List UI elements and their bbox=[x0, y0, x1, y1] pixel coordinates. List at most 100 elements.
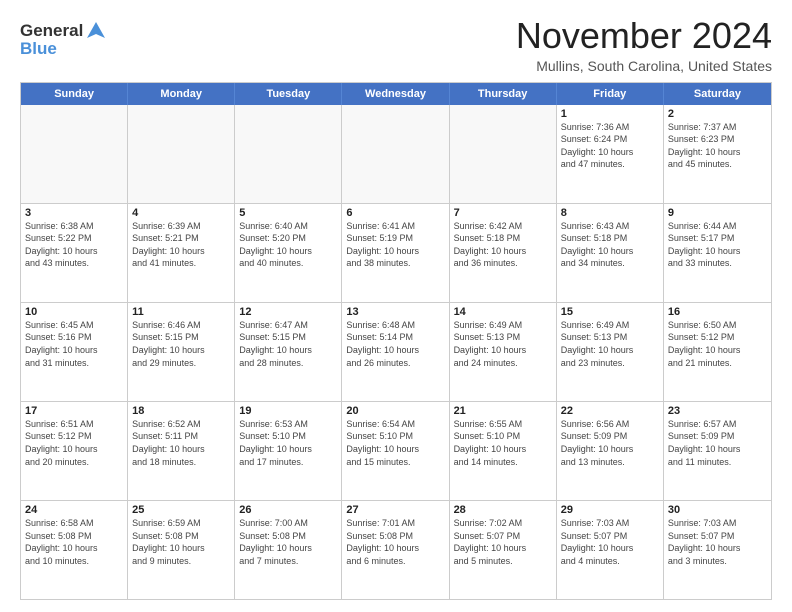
calendar-cell-r4-c0: 24Sunrise: 6:58 AM Sunset: 5:08 PM Dayli… bbox=[21, 501, 128, 599]
header-monday: Monday bbox=[128, 83, 235, 105]
calendar-cell-r3-c3: 20Sunrise: 6:54 AM Sunset: 5:10 PM Dayli… bbox=[342, 402, 449, 500]
calendar-cell-r0-c1 bbox=[128, 105, 235, 203]
calendar-cell-r4-c4: 28Sunrise: 7:02 AM Sunset: 5:07 PM Dayli… bbox=[450, 501, 557, 599]
calendar-cell-r0-c0 bbox=[21, 105, 128, 203]
day-info: Sunrise: 7:01 AM Sunset: 5:08 PM Dayligh… bbox=[346, 517, 444, 567]
page: General Blue November 2024 Mullins, Sout… bbox=[0, 0, 792, 612]
header-tuesday: Tuesday bbox=[235, 83, 342, 105]
logo-general-text: General bbox=[20, 21, 83, 41]
day-number: 12 bbox=[239, 306, 337, 318]
day-number: 7 bbox=[454, 207, 552, 219]
day-number: 5 bbox=[239, 207, 337, 219]
calendar-cell-r0-c5: 1Sunrise: 7:36 AM Sunset: 6:24 PM Daylig… bbox=[557, 105, 664, 203]
day-info: Sunrise: 6:48 AM Sunset: 5:14 PM Dayligh… bbox=[346, 319, 444, 369]
day-number: 25 bbox=[132, 504, 230, 516]
calendar-cell-r0-c6: 2Sunrise: 7:37 AM Sunset: 6:23 PM Daylig… bbox=[664, 105, 771, 203]
calendar-cell-r3-c4: 21Sunrise: 6:55 AM Sunset: 5:10 PM Dayli… bbox=[450, 402, 557, 500]
calendar-cell-r3-c1: 18Sunrise: 6:52 AM Sunset: 5:11 PM Dayli… bbox=[128, 402, 235, 500]
calendar-row-3: 17Sunrise: 6:51 AM Sunset: 5:12 PM Dayli… bbox=[21, 401, 771, 500]
header-friday: Friday bbox=[557, 83, 664, 105]
day-info: Sunrise: 6:41 AM Sunset: 5:19 PM Dayligh… bbox=[346, 220, 444, 270]
header: General Blue November 2024 Mullins, Sout… bbox=[20, 16, 772, 74]
calendar-cell-r2-c0: 10Sunrise: 6:45 AM Sunset: 5:16 PM Dayli… bbox=[21, 303, 128, 401]
calendar-cell-r3-c0: 17Sunrise: 6:51 AM Sunset: 5:12 PM Dayli… bbox=[21, 402, 128, 500]
calendar-cell-r0-c3 bbox=[342, 105, 449, 203]
calendar-row-1: 3Sunrise: 6:38 AM Sunset: 5:22 PM Daylig… bbox=[21, 203, 771, 302]
day-number: 24 bbox=[25, 504, 123, 516]
calendar-cell-r2-c6: 16Sunrise: 6:50 AM Sunset: 5:12 PM Dayli… bbox=[664, 303, 771, 401]
calendar-cell-r4-c3: 27Sunrise: 7:01 AM Sunset: 5:08 PM Dayli… bbox=[342, 501, 449, 599]
day-number: 9 bbox=[668, 207, 767, 219]
logo-blue-text: Blue bbox=[20, 39, 107, 59]
day-number: 30 bbox=[668, 504, 767, 516]
calendar-cell-r1-c6: 9Sunrise: 6:44 AM Sunset: 5:17 PM Daylig… bbox=[664, 204, 771, 302]
calendar-cell-r3-c6: 23Sunrise: 6:57 AM Sunset: 5:09 PM Dayli… bbox=[664, 402, 771, 500]
logo-icon bbox=[85, 20, 107, 42]
day-info: Sunrise: 6:54 AM Sunset: 5:10 PM Dayligh… bbox=[346, 418, 444, 468]
calendar-row-2: 10Sunrise: 6:45 AM Sunset: 5:16 PM Dayli… bbox=[21, 302, 771, 401]
calendar-cell-r4-c2: 26Sunrise: 7:00 AM Sunset: 5:08 PM Dayli… bbox=[235, 501, 342, 599]
day-number: 4 bbox=[132, 207, 230, 219]
day-number: 10 bbox=[25, 306, 123, 318]
calendar-cell-r2-c4: 14Sunrise: 6:49 AM Sunset: 5:13 PM Dayli… bbox=[450, 303, 557, 401]
day-info: Sunrise: 6:59 AM Sunset: 5:08 PM Dayligh… bbox=[132, 517, 230, 567]
day-info: Sunrise: 6:55 AM Sunset: 5:10 PM Dayligh… bbox=[454, 418, 552, 468]
day-number: 27 bbox=[346, 504, 444, 516]
day-number: 22 bbox=[561, 405, 659, 417]
day-number: 1 bbox=[561, 108, 659, 120]
day-number: 14 bbox=[454, 306, 552, 318]
day-info: Sunrise: 6:42 AM Sunset: 5:18 PM Dayligh… bbox=[454, 220, 552, 270]
location-subtitle: Mullins, South Carolina, United States bbox=[516, 58, 772, 74]
day-info: Sunrise: 7:02 AM Sunset: 5:07 PM Dayligh… bbox=[454, 517, 552, 567]
day-info: Sunrise: 6:40 AM Sunset: 5:20 PM Dayligh… bbox=[239, 220, 337, 270]
header-thursday: Thursday bbox=[450, 83, 557, 105]
day-info: Sunrise: 6:49 AM Sunset: 5:13 PM Dayligh… bbox=[454, 319, 552, 369]
calendar-cell-r1-c2: 5Sunrise: 6:40 AM Sunset: 5:20 PM Daylig… bbox=[235, 204, 342, 302]
logo: General Blue bbox=[20, 20, 107, 59]
day-info: Sunrise: 6:57 AM Sunset: 5:09 PM Dayligh… bbox=[668, 418, 767, 468]
day-number: 20 bbox=[346, 405, 444, 417]
calendar-cell-r0-c2 bbox=[235, 105, 342, 203]
calendar-cell-r1-c5: 8Sunrise: 6:43 AM Sunset: 5:18 PM Daylig… bbox=[557, 204, 664, 302]
day-number: 17 bbox=[25, 405, 123, 417]
calendar-cell-r3-c2: 19Sunrise: 6:53 AM Sunset: 5:10 PM Dayli… bbox=[235, 402, 342, 500]
calendar-cell-r3-c5: 22Sunrise: 6:56 AM Sunset: 5:09 PM Dayli… bbox=[557, 402, 664, 500]
day-number: 18 bbox=[132, 405, 230, 417]
calendar-cell-r0-c4 bbox=[450, 105, 557, 203]
header-wednesday: Wednesday bbox=[342, 83, 449, 105]
day-info: Sunrise: 6:50 AM Sunset: 5:12 PM Dayligh… bbox=[668, 319, 767, 369]
calendar-cell-r4-c6: 30Sunrise: 7:03 AM Sunset: 5:07 PM Dayli… bbox=[664, 501, 771, 599]
day-number: 2 bbox=[668, 108, 767, 120]
header-sunday: Sunday bbox=[21, 83, 128, 105]
day-info: Sunrise: 6:45 AM Sunset: 5:16 PM Dayligh… bbox=[25, 319, 123, 369]
day-info: Sunrise: 6:49 AM Sunset: 5:13 PM Dayligh… bbox=[561, 319, 659, 369]
day-info: Sunrise: 6:39 AM Sunset: 5:21 PM Dayligh… bbox=[132, 220, 230, 270]
day-number: 21 bbox=[454, 405, 552, 417]
calendar-cell-r1-c4: 7Sunrise: 6:42 AM Sunset: 5:18 PM Daylig… bbox=[450, 204, 557, 302]
day-info: Sunrise: 6:44 AM Sunset: 5:17 PM Dayligh… bbox=[668, 220, 767, 270]
day-info: Sunrise: 6:38 AM Sunset: 5:22 PM Dayligh… bbox=[25, 220, 123, 270]
day-number: 6 bbox=[346, 207, 444, 219]
day-number: 23 bbox=[668, 405, 767, 417]
day-number: 15 bbox=[561, 306, 659, 318]
day-number: 3 bbox=[25, 207, 123, 219]
title-block: November 2024 Mullins, South Carolina, U… bbox=[516, 16, 772, 74]
calendar-row-0: 1Sunrise: 7:36 AM Sunset: 6:24 PM Daylig… bbox=[21, 105, 771, 203]
day-info: Sunrise: 6:46 AM Sunset: 5:15 PM Dayligh… bbox=[132, 319, 230, 369]
calendar-cell-r2-c5: 15Sunrise: 6:49 AM Sunset: 5:13 PM Dayli… bbox=[557, 303, 664, 401]
calendar-cell-r4-c5: 29Sunrise: 7:03 AM Sunset: 5:07 PM Dayli… bbox=[557, 501, 664, 599]
header-saturday: Saturday bbox=[664, 83, 771, 105]
day-info: Sunrise: 6:52 AM Sunset: 5:11 PM Dayligh… bbox=[132, 418, 230, 468]
calendar-body: 1Sunrise: 7:36 AM Sunset: 6:24 PM Daylig… bbox=[21, 105, 771, 599]
calendar-header: Sunday Monday Tuesday Wednesday Thursday… bbox=[21, 83, 771, 105]
day-info: Sunrise: 6:51 AM Sunset: 5:12 PM Dayligh… bbox=[25, 418, 123, 468]
day-info: Sunrise: 7:37 AM Sunset: 6:23 PM Dayligh… bbox=[668, 121, 767, 171]
calendar-cell-r2-c3: 13Sunrise: 6:48 AM Sunset: 5:14 PM Dayli… bbox=[342, 303, 449, 401]
day-info: Sunrise: 6:47 AM Sunset: 5:15 PM Dayligh… bbox=[239, 319, 337, 369]
day-number: 26 bbox=[239, 504, 337, 516]
calendar-cell-r4-c1: 25Sunrise: 6:59 AM Sunset: 5:08 PM Dayli… bbox=[128, 501, 235, 599]
day-info: Sunrise: 6:53 AM Sunset: 5:10 PM Dayligh… bbox=[239, 418, 337, 468]
day-info: Sunrise: 6:43 AM Sunset: 5:18 PM Dayligh… bbox=[561, 220, 659, 270]
calendar-cell-r2-c2: 12Sunrise: 6:47 AM Sunset: 5:15 PM Dayli… bbox=[235, 303, 342, 401]
day-info: Sunrise: 6:56 AM Sunset: 5:09 PM Dayligh… bbox=[561, 418, 659, 468]
